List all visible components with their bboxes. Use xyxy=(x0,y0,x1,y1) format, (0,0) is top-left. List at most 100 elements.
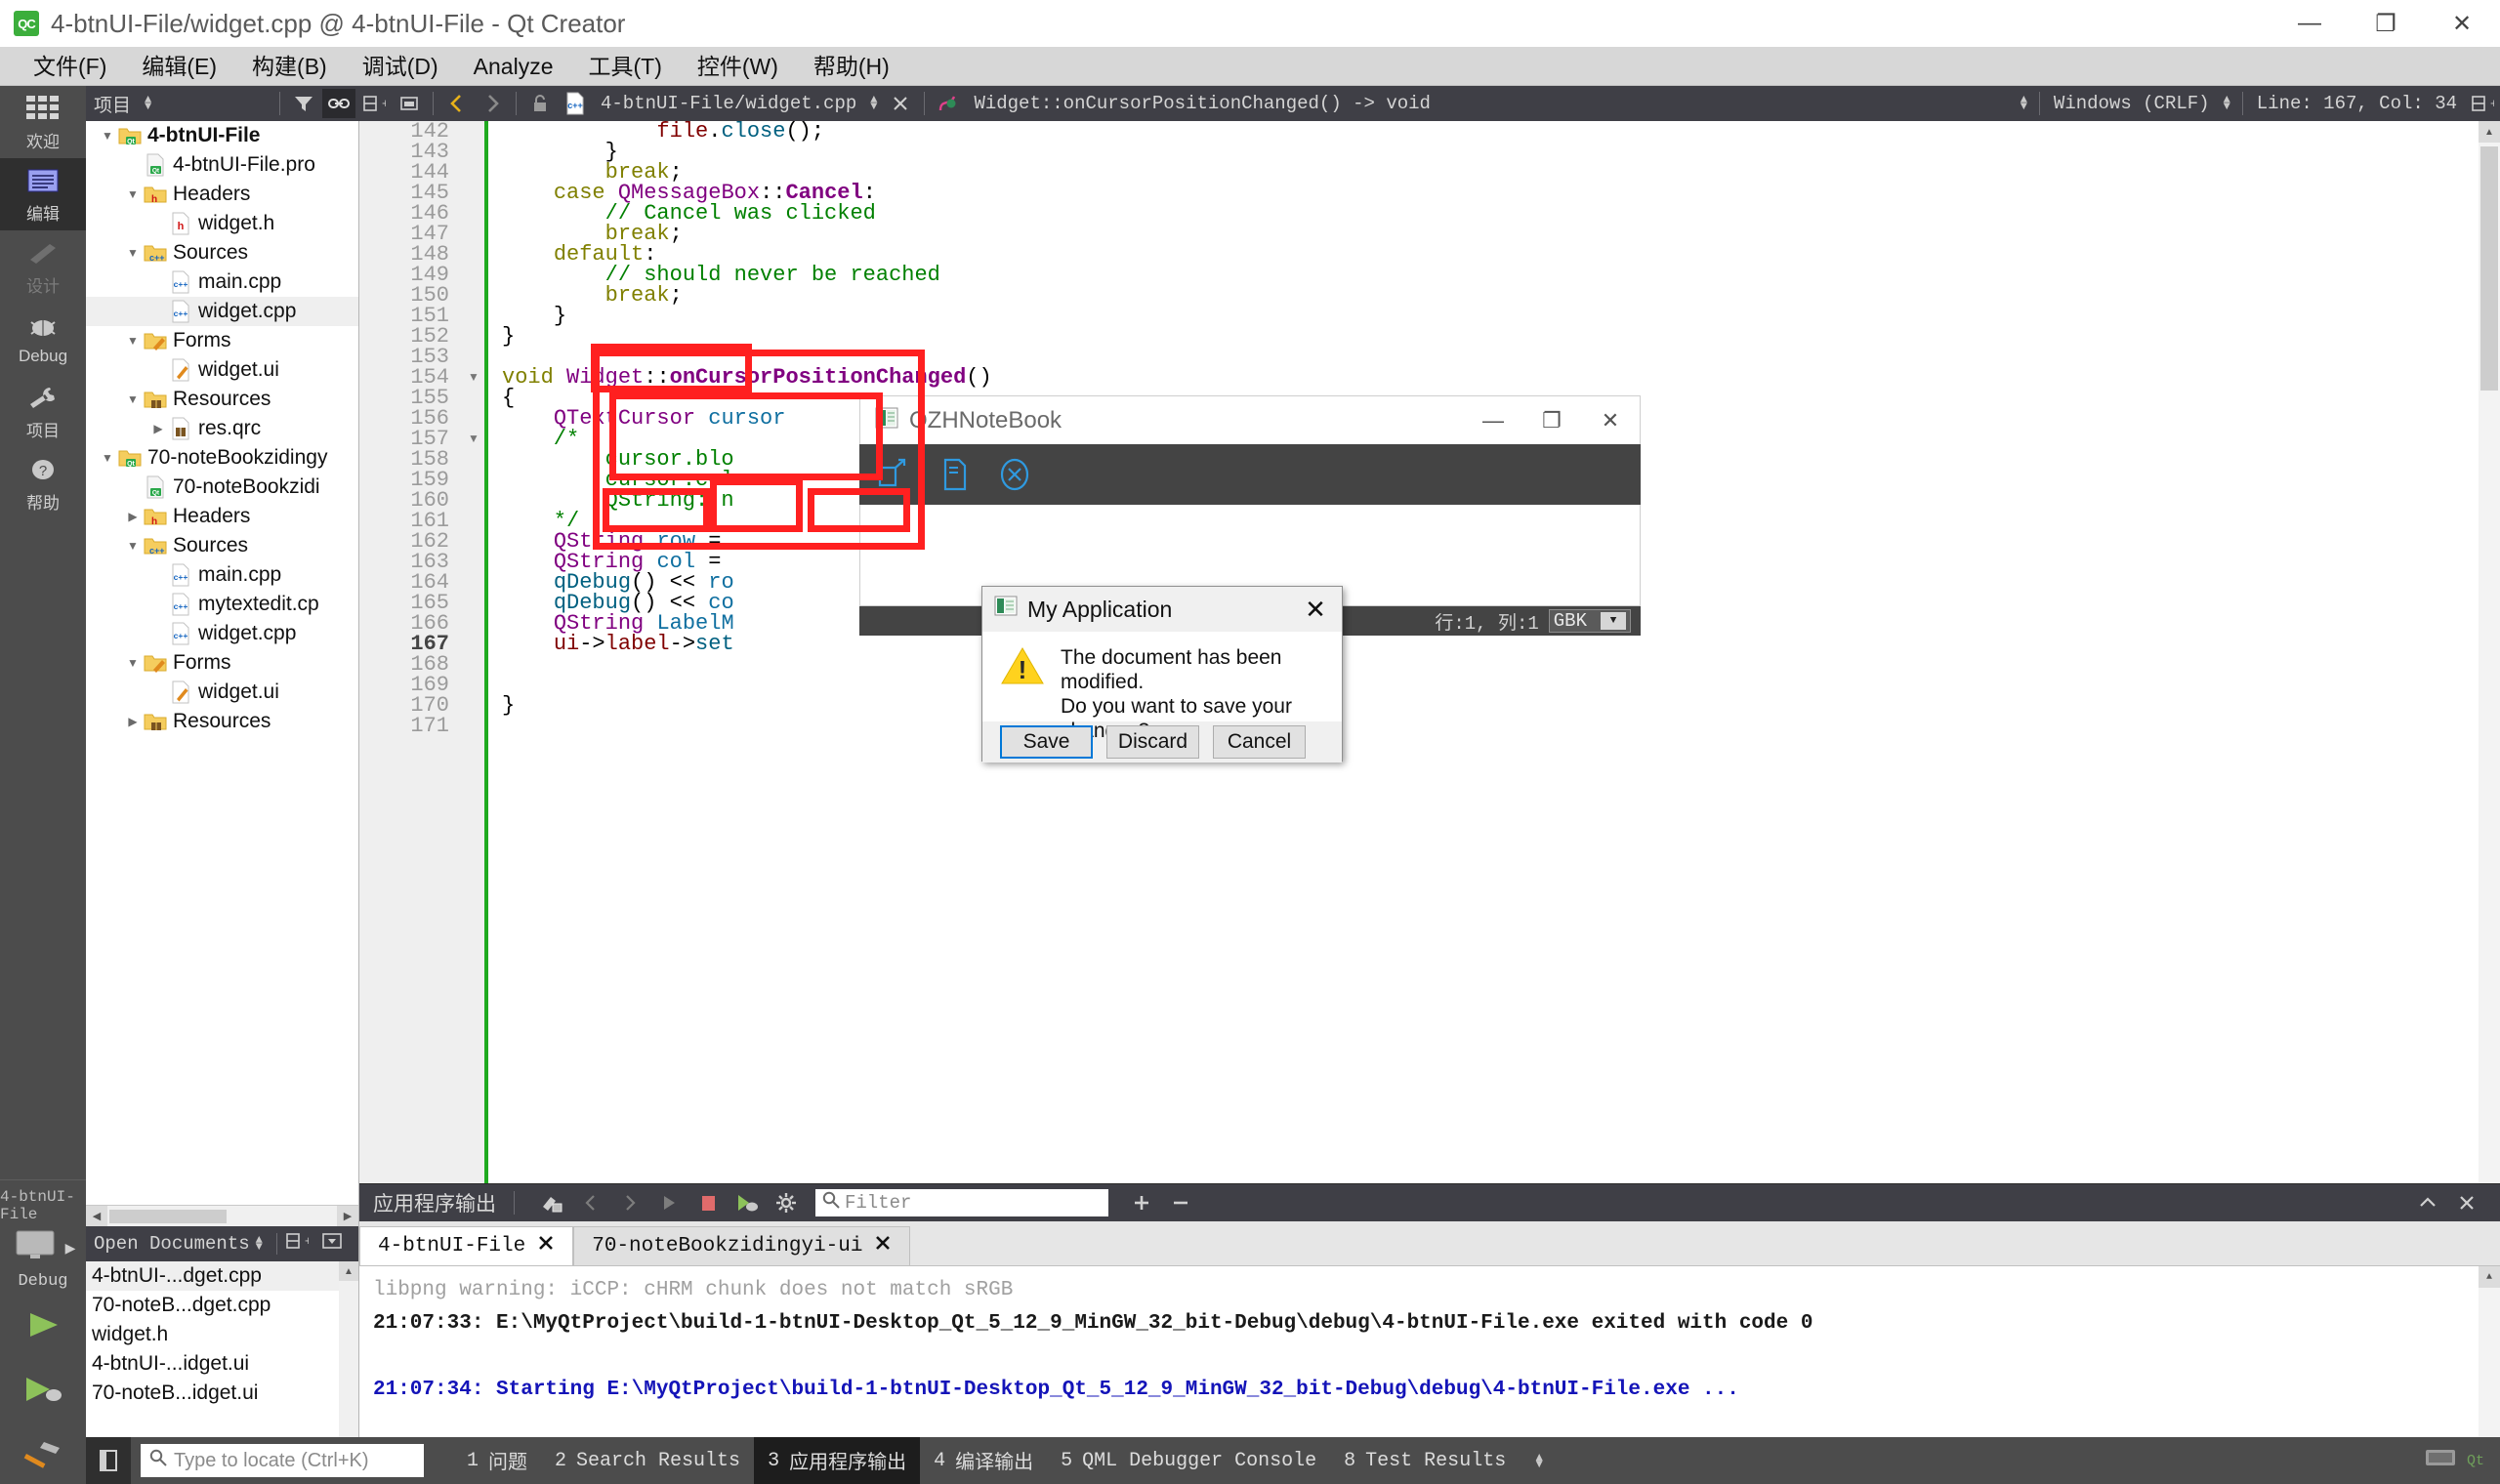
menu-item-tools[interactable]: 工具(T) xyxy=(570,47,679,86)
pane-spinner-icon[interactable]: ▲ ▼ xyxy=(1527,1451,1551,1469)
editor-scroll-thumb[interactable] xyxy=(2480,146,2498,391)
chevron-down-icon[interactable]: ▼ xyxy=(123,246,143,260)
od-collapse-icon[interactable] xyxy=(320,1231,344,1257)
chevron-down-icon[interactable]: ▼ xyxy=(123,187,143,201)
sidebar-item-projects[interactable]: 项目 xyxy=(0,375,86,447)
menu-item-build[interactable]: 构建(B) xyxy=(234,47,345,86)
tree-item-mytextedit-cp[interactable]: c++ mytextedit.cp xyxy=(86,590,358,619)
cancel-button[interactable]: Cancel xyxy=(1213,725,1306,759)
project-tree[interactable]: ▼ Qt 4-btnUI-File Qt 4-btnUI-File.pro ▼ h Heade… xyxy=(86,121,358,1205)
editor-scroll-up-button[interactable]: ▲ xyxy=(2479,121,2500,143)
prev-item-icon[interactable] xyxy=(573,1188,608,1217)
attach-debugger-icon[interactable] xyxy=(729,1188,765,1217)
open-document-item[interactable]: widget.h xyxy=(86,1320,358,1349)
file-selector-spinner-icon[interactable]: ▲ ▼ xyxy=(864,94,883,112)
tree-item-forms[interactable]: ▼ Forms xyxy=(86,326,358,355)
maximize-pane-icon[interactable] xyxy=(2410,1188,2445,1217)
menu-item-edit[interactable]: 编辑(E) xyxy=(124,47,234,86)
link-icon[interactable] xyxy=(322,89,355,118)
tree-item-widget-ui[interactable]: widget.ui xyxy=(86,355,358,385)
tab-4-btnui-file[interactable]: 4-btnUI-File xyxy=(359,1226,574,1265)
chevron-down-icon[interactable]: ▼ xyxy=(123,392,143,406)
view-selector-spinner-icon[interactable]: ▲ ▼ xyxy=(139,94,157,112)
code-editor[interactable]: 142 143 144 145 146 147 148 149 150 151 152 153 154 1… xyxy=(359,121,2500,1183)
od-scroll-up-button[interactable]: ▲ xyxy=(339,1261,358,1281)
tree-item-forms[interactable]: ▼ Forms xyxy=(86,648,358,678)
output-pane-button-3[interactable]: 3 应用程序输出 xyxy=(754,1437,921,1484)
tree-item-resources[interactable]: ▶ Resources xyxy=(86,707,358,736)
code-folding-column[interactable]: ▼ ▼ xyxy=(463,121,484,1183)
output-pane-button-8[interactable]: 8 Test Results xyxy=(1330,1437,1520,1484)
message-box-close-button[interactable]: ✕ xyxy=(1289,587,1342,632)
menu-item-help[interactable]: 帮助(H) xyxy=(796,47,907,86)
settings-icon[interactable] xyxy=(769,1188,804,1217)
chevron-right-icon[interactable]: ▶ xyxy=(123,715,143,728)
open-document-item[interactable]: 70-noteB...idget.ui xyxy=(86,1379,358,1408)
sidebar-item-help[interactable]: ? 帮助 xyxy=(0,447,86,519)
run-icon[interactable] xyxy=(651,1188,687,1217)
close-button[interactable]: ✕ xyxy=(2424,0,2500,47)
close-document-icon[interactable] xyxy=(884,89,917,118)
chevron-down-icon[interactable]: ▼ xyxy=(123,656,143,670)
chevron-right-icon[interactable]: ▶ xyxy=(148,422,168,435)
tree-item-res-qrc[interactable]: ▶ res.qrc xyxy=(86,414,358,443)
toolbar-file-path[interactable]: 4-btnUI-File/widget.cpp xyxy=(593,93,864,114)
output-pane-button-4[interactable]: 4 编译输出 xyxy=(920,1437,1047,1484)
menu-item-analyze[interactable]: Analyze xyxy=(456,47,571,86)
menu-item-file[interactable]: 文件(F) xyxy=(16,47,124,86)
output-text[interactable]: libpng warning: iCCP: cHRM chunk does no… xyxy=(359,1266,2500,1437)
open-file-icon[interactable] xyxy=(869,456,924,493)
next-item-icon[interactable] xyxy=(612,1188,647,1217)
tree-item-widget-h[interactable]: h widget.h xyxy=(86,209,358,238)
remove-icon[interactable] xyxy=(1163,1188,1198,1217)
toggle-sidebar-icon[interactable] xyxy=(86,1437,131,1484)
qzhnotebook-maximize-button[interactable]: ❐ xyxy=(1522,396,1581,445)
add-icon[interactable] xyxy=(1124,1188,1159,1217)
sidebar-item-welcome[interactable]: 欢迎 xyxy=(0,86,86,158)
editor-vertical-scrollbar[interactable]: ▲ xyxy=(2479,121,2500,1183)
chevron-down-icon[interactable]: ▼ xyxy=(98,129,117,143)
sidebar-item-design[interactable]: 设计 xyxy=(0,230,86,303)
toolbar-symbol-selector[interactable]: Widget::onCursorPositionChanged() -> voi… xyxy=(966,93,1438,114)
code-text[interactable]: file.close(); } break; case QMessageBox:… xyxy=(488,121,2500,1183)
view-selector[interactable]: 项目 ▲ ▼ xyxy=(86,86,273,121)
open-documents-list[interactable]: 4-btnUI-...dget.cpp 70-noteB...dget.cpp wi… xyxy=(86,1261,358,1437)
stop-icon[interactable] xyxy=(690,1188,726,1217)
output-scroll-up-button[interactable]: ▲ xyxy=(2479,1266,2500,1288)
build-button[interactable] xyxy=(21,1423,65,1484)
tree-item-4-btnui-file[interactable]: ▼ Qt 4-btnUI-File xyxy=(86,121,358,150)
qzhnotebook-close-button[interactable]: ✕ xyxy=(1581,396,1640,445)
chevron-down-icon[interactable]: ▼ xyxy=(98,451,117,465)
tree-item-headers[interactable]: ▶ h Headers xyxy=(86,502,358,531)
output-pane-button-5[interactable]: 5 QML Debugger Console xyxy=(1047,1437,1330,1484)
discard-button[interactable]: Discard xyxy=(1106,725,1199,759)
sidebar-item-edit[interactable]: 编辑 xyxy=(0,158,86,230)
line-ending-selector[interactable]: Windows (CRLF) xyxy=(2046,93,2218,114)
locator-input[interactable]: Type to locate (Ctrl+K) xyxy=(141,1444,424,1477)
menu-item-debug[interactable]: 调试(D) xyxy=(345,47,456,86)
fold-marker-icon[interactable]: ▼ xyxy=(463,429,484,449)
line-ending-spinner-icon[interactable]: ▲ ▼ xyxy=(2015,94,2033,112)
debug-button[interactable] xyxy=(21,1359,65,1420)
chevron-right-icon[interactable]: ▶ xyxy=(123,510,143,523)
message-box-dialog[interactable]: My Application ✕ ! The document has been… xyxy=(981,586,1343,763)
chevron-down-icon[interactable]: ▼ xyxy=(123,334,143,348)
save-button[interactable]: Save xyxy=(1000,725,1093,759)
encoding-selector[interactable]: GBK ▼ xyxy=(1548,609,1631,633)
project-tree-hscrollbar[interactable]: ◀ ▶ xyxy=(86,1205,358,1227)
clear-icon[interactable] xyxy=(534,1188,569,1217)
tree-item-sources[interactable]: ▼ c++ Sources xyxy=(86,238,358,268)
scroll-right-button[interactable]: ▶ xyxy=(337,1205,358,1227)
tree-item-sources[interactable]: ▼ c++ Sources xyxy=(86,531,358,560)
chevron-down-icon[interactable]: ▼ xyxy=(1601,612,1626,630)
encoding-spinner-icon[interactable]: ▲ ▼ xyxy=(2218,94,2236,112)
sidebar-item-debug[interactable]: Debug xyxy=(0,303,86,375)
od-split-icon[interactable]: + xyxy=(285,1231,312,1257)
open-document-item[interactable]: 70-noteB...dget.cpp xyxy=(86,1291,358,1320)
open-documents-scrollbar[interactable]: ▲ xyxy=(339,1261,358,1437)
fold-marker-icon[interactable]: ▼ xyxy=(463,367,484,388)
lock-icon[interactable] xyxy=(523,89,557,118)
output-pane-button-2[interactable]: 2 Search Results xyxy=(541,1437,754,1484)
tree-item-headers[interactable]: ▼ h Headers xyxy=(86,180,358,209)
open-documents-spinner-icon[interactable]: ▲ ▼ xyxy=(250,1234,269,1253)
